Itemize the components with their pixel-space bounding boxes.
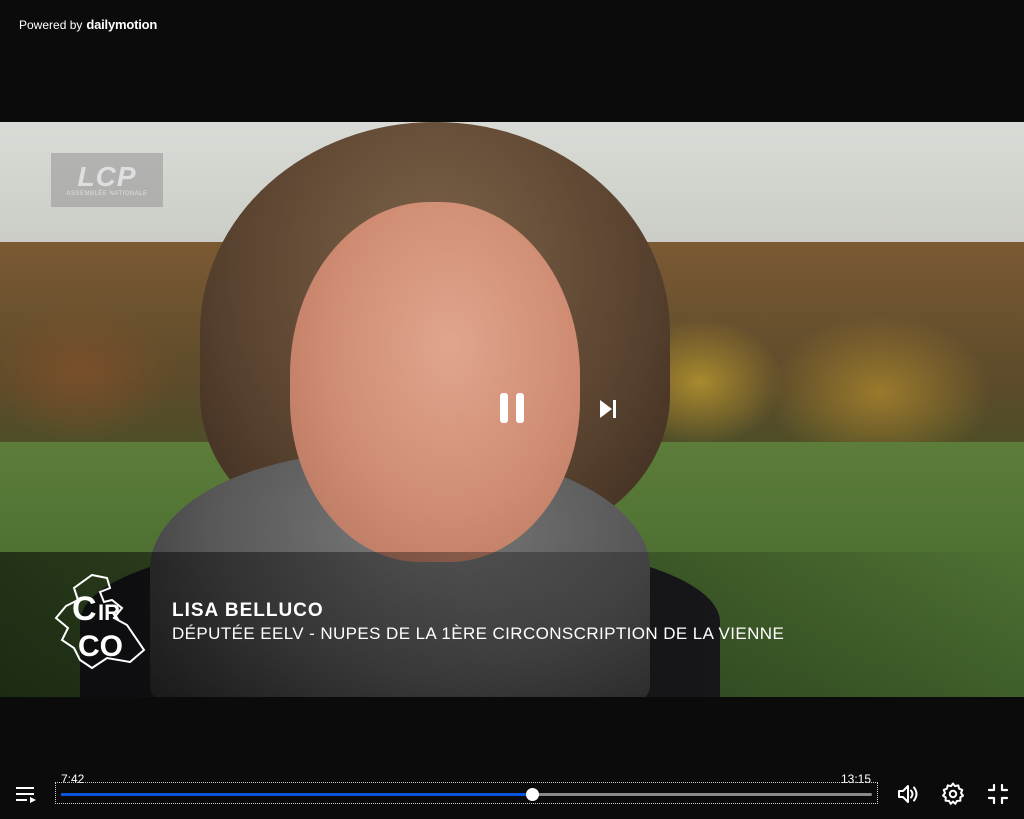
video-player: Powered by dailymotion LCP ASSEMBLÉE NAT… [0,0,1024,819]
lower-third: LISA BELLUCO DÉPUTÉE EELV - NUPES DE LA … [172,600,784,644]
playlist-button[interactable] [13,781,39,807]
next-video-button[interactable] [596,398,620,420]
dailymotion-logo[interactable]: dailymotion [86,17,157,32]
lcp-channel-logo: LCP ASSEMBLÉE NATIONALE [51,153,163,207]
volume-icon [898,785,918,803]
playlist-icon [16,787,36,803]
circo-logo: C IR CO [54,573,146,670]
volume-button[interactable] [895,781,921,807]
subject-face [290,202,580,562]
svg-text:IR: IR [98,600,120,625]
gear-icon [942,782,964,805]
exit-fullscreen-icon [987,783,1009,805]
pause-icon [500,393,524,423]
seek-thumb[interactable] [526,788,540,801]
speaker-name: LISA BELLUCO [172,600,324,621]
pause-button[interactable] [497,392,527,424]
skip-next-icon [600,400,616,418]
powered-by-text: Powered by [19,18,83,32]
powered-by-label[interactable]: Powered by dailymotion [19,17,157,32]
speaker-role: DÉPUTÉE EELV - NUPES DE LA 1ÈRE CIRCONSC… [172,624,785,643]
settings-button[interactable] [940,781,966,807]
svg-text:CO: CO [78,630,123,663]
seek-track[interactable] [61,788,872,801]
exit-fullscreen-button[interactable] [985,781,1011,807]
seek-progress [61,793,533,796]
svg-text:C: C [72,590,97,628]
center-controls [0,392,1024,428]
seek-bar[interactable] [55,782,878,804]
